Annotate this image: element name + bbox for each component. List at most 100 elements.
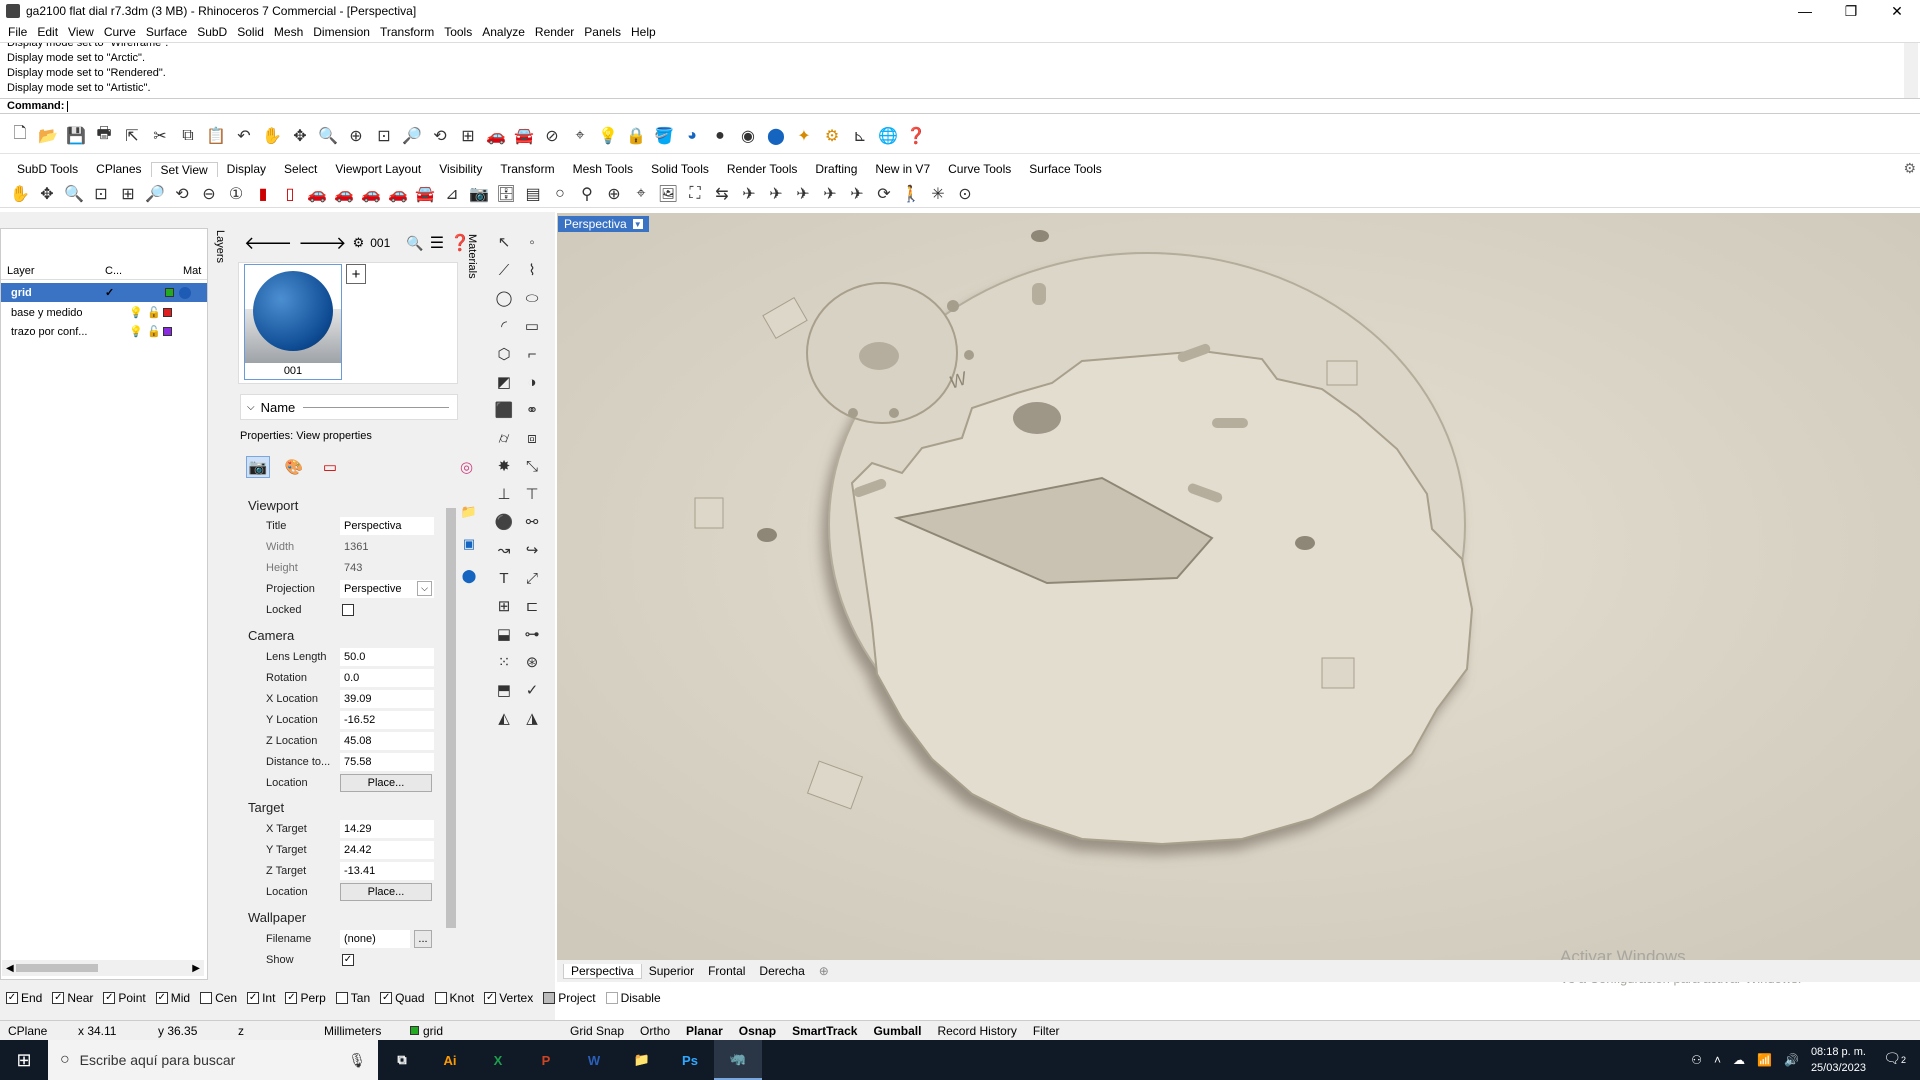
sun-icon[interactable]: ✳ <box>926 182 950 206</box>
cylinder-icon[interactable]: ⌭ <box>490 424 518 452</box>
menu-mesh[interactable]: Mesh <box>272 25 311 39</box>
tab-cplanes[interactable]: CPlanes <box>87 162 150 176</box>
sun-sphere-icon[interactable]: ⬤ <box>462 568 477 584</box>
plane-front-icon[interactable]: ✈ <box>818 182 842 206</box>
powerpoint-icon[interactable]: P <box>522 1040 570 1080</box>
material-thumbnail[interactable]: 001 <box>244 264 342 380</box>
layer-row-base[interactable]: base y medido 💡 🔓 <box>1 303 207 322</box>
scroll-right-icon[interactable]: ▶ <box>192 963 200 974</box>
osnap-near[interactable]: ✓ Near <box>52 991 93 1005</box>
maximize-button[interactable]: ❐ <box>1828 0 1874 22</box>
boolean-union-icon[interactable]: ⚫ <box>490 508 518 536</box>
lens-icon[interactable]: ○ <box>548 182 572 206</box>
car-icon[interactable]: 🚗 <box>484 124 508 148</box>
browse-button[interactable]: ... <box>414 930 432 948</box>
zoom-extents-icon[interactable]: ⊡ <box>372 124 396 148</box>
layer-material-icon[interactable] <box>179 286 191 299</box>
zoom-all-icon[interactable]: ⊞ <box>116 182 140 206</box>
select-arrow-icon[interactable]: ↖ <box>490 228 518 256</box>
rotate-icon[interactable]: ⟲ <box>170 182 194 206</box>
blue-sphere-icon[interactable]: ⬤ <box>764 124 788 148</box>
excel-icon[interactable]: X <box>474 1040 522 1080</box>
menu-curve[interactable]: Curve <box>102 25 144 39</box>
rotate-view-icon[interactable]: ⟲ <box>428 124 452 148</box>
minimize-button[interactable]: — <box>1782 0 1828 22</box>
menu-panels[interactable]: Panels <box>582 25 629 39</box>
tab-render-tools[interactable]: Render Tools <box>718 162 807 176</box>
pan-icon[interactable]: ✋ <box>8 182 32 206</box>
paste-icon[interactable]: 📋 <box>204 124 228 148</box>
zoom-dynamic-icon[interactable]: 🔍 <box>316 124 340 148</box>
group-icon[interactable]: ⚯ <box>518 508 546 536</box>
menu-transform[interactable]: Transform <box>378 25 442 39</box>
prop-title-field[interactable]: Perspectiva <box>340 517 434 535</box>
plane-back-icon[interactable]: ✈ <box>845 182 869 206</box>
tab-perspectiva[interactable]: Perspectiva <box>563 963 642 979</box>
point-icon[interactable]: ◦ <box>518 228 546 256</box>
osnap-perp[interactable]: ✓ Perp <box>285 991 326 1005</box>
fly-icon[interactable]: ✈ <box>737 182 761 206</box>
layer-color-swatch[interactable] <box>163 327 172 336</box>
menu-tools[interactable]: Tools <box>442 25 480 39</box>
environment-icon[interactable]: ▣ <box>463 536 475 552</box>
notifications-icon[interactable]: 🗨2 <box>1883 1050 1906 1067</box>
smarttrack-toggle[interactable]: SmartTrack <box>784 1024 865 1038</box>
osnap-quad[interactable]: ✓ Quad <box>380 991 425 1005</box>
plan-view-icon[interactable]: ⊿ <box>440 182 464 206</box>
distance-field[interactable]: 75.58 <box>340 753 434 771</box>
arc-icon[interactable]: ◜ <box>490 312 518 340</box>
help-icon[interactable]: ❓ <box>904 124 928 148</box>
light-bulb-icon[interactable]: 💡 <box>596 124 620 148</box>
tab-curve-tools[interactable]: Curve Tools <box>939 162 1020 176</box>
join-icon[interactable]: ⊤ <box>518 480 546 508</box>
visible-bulb-icon[interactable]: 💡 <box>129 306 147 319</box>
grid-array-icon[interactable]: ⁙ <box>490 648 518 676</box>
z-location-field[interactable]: 45.08 <box>340 732 434 750</box>
menu-render[interactable]: Render <box>533 25 582 39</box>
zoom-in-icon[interactable]: 🔍 <box>62 182 86 206</box>
shaded-car-icon[interactable]: 🚘 <box>512 124 536 148</box>
windows-start-icon[interactable]: ⊞ <box>0 1040 48 1080</box>
cplane-icon[interactable]: ⊘ <box>540 124 564 148</box>
tab-subd-tools[interactable]: SubD Tools <box>8 162 87 176</box>
osnap-end[interactable]: ✓ End <box>6 991 42 1005</box>
copy-icon[interactable]: ⧉ <box>176 124 200 148</box>
search-icon[interactable]: 🔍 <box>406 235 423 252</box>
camera-icon[interactable]: 📷 <box>246 456 270 478</box>
move-icon[interactable]: ✥ <box>35 182 59 206</box>
rotation-field[interactable]: 0.0 <box>340 669 434 687</box>
tab-visibility[interactable]: Visibility <box>430 162 491 176</box>
check-icon[interactable]: ✓ <box>518 676 546 704</box>
color-wheel-icon[interactable]: ◕ <box>680 124 704 148</box>
zoom-window-icon[interactable]: ⊕ <box>344 124 368 148</box>
car-top-icon[interactable]: ▮ <box>251 182 275 206</box>
target-icon[interactable]: ⊕ <box>602 182 626 206</box>
units-display[interactable]: Millimeters <box>316 1024 402 1038</box>
background-bitmap-icon[interactable]: 🖼 <box>656 182 680 206</box>
menu-help[interactable]: Help <box>629 25 664 39</box>
swivel-icon[interactable]: ⟳ <box>872 182 896 206</box>
layer-color-swatch[interactable] <box>163 308 172 317</box>
tab-new-in-v7[interactable]: New in V7 <box>866 162 939 176</box>
scroll-thumb[interactable] <box>16 964 98 972</box>
command-line[interactable]: Command: <box>0 98 1920 114</box>
folder-icon[interactable]: 📁 <box>461 504 477 520</box>
tab-display[interactable]: Display <box>218 162 275 176</box>
menu-subd[interactable]: SubD <box>195 25 235 39</box>
gumball-toggle[interactable]: Gumball <box>865 1024 929 1038</box>
forward-arrow-icon[interactable]: 🡒 <box>298 233 346 254</box>
paint-bucket-icon[interactable]: 🪣 <box>652 124 676 148</box>
transform-icon[interactable]: ⤡ <box>518 452 546 480</box>
unlock-icon[interactable]: 🔓 <box>147 306 163 319</box>
lens-length-field[interactable]: 50.0 <box>340 648 434 666</box>
tab-mesh-tools[interactable]: Mesh Tools <box>564 162 642 176</box>
car-front-icon[interactable]: 🚗 <box>359 182 383 206</box>
add-material-button[interactable]: + <box>346 264 366 284</box>
tab-set-view[interactable]: Set View <box>150 161 218 177</box>
ortho-toggle[interactable]: Ortho <box>632 1024 678 1038</box>
record-history-toggle[interactable]: Record History <box>929 1024 1024 1038</box>
shade-icon[interactable]: ◭ <box>490 704 518 732</box>
set-camera-icon[interactable]: ⌖ <box>629 182 653 206</box>
new-file-icon[interactable]: 🗋 <box>8 124 32 148</box>
polyline-icon[interactable]: ⟋ <box>490 256 518 284</box>
